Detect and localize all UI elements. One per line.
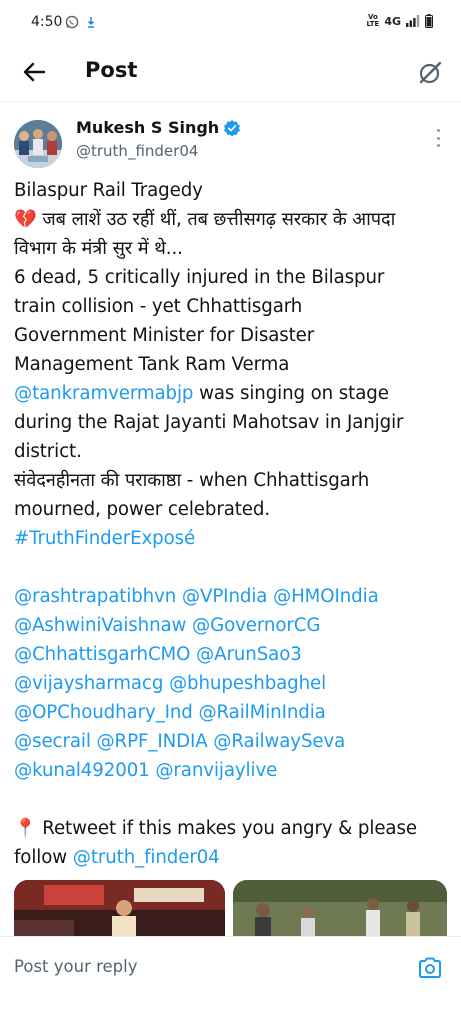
mention-link[interactable]: @RailMinIndia — [198, 702, 325, 723]
battery-icon — [425, 14, 433, 28]
mention-link[interactable]: @secrail — [14, 731, 91, 752]
mention-link[interactable]: @truth_finder04 — [73, 847, 220, 868]
text-line: follow @truth_finder04 — [14, 847, 220, 868]
mention-link[interactable]: @bhupeshbaghel — [169, 673, 326, 694]
mention-line: @OPChoudhary_Ind @RailMinIndia — [14, 698, 450, 727]
reply-input[interactable]: Post your reply — [14, 957, 138, 976]
text-line: mourned, power celebrated. — [14, 499, 270, 520]
post-text: Bilaspur Rail Tragedy 💔 जब लाशें उठ रहीं… — [14, 176, 450, 872]
broken-heart-emoji: 💔 — [14, 209, 37, 230]
avatar-image — [14, 120, 62, 168]
text-line: 6 dead, 5 critically injured in the Bila… — [14, 267, 385, 288]
text-line: district. — [14, 441, 82, 462]
status-time: 4:50 — [31, 14, 63, 30]
mention-line: @kunal492001 @ranvijaylive — [14, 756, 450, 785]
mention-line: @rashtrapatibhvn @VPIndia @HMOIndia — [14, 582, 450, 611]
mention-link[interactable]: @ChhattisgarhCMO — [14, 644, 190, 665]
mention-link[interactable]: @RPF_INDIA — [96, 731, 207, 752]
network-type: 4G — [384, 14, 401, 28]
whatsapp-icon — [65, 15, 79, 29]
mention-line: @ChhattisgarhCMO @ArunSao3 — [14, 640, 450, 669]
system-nav-area — [0, 1000, 461, 1024]
back-button[interactable] — [20, 58, 48, 86]
text-line: #TruthFinderExposé — [14, 524, 450, 553]
media-image — [233, 880, 447, 936]
post-author: Mukesh S Singh @truth_finder04 — [0, 112, 461, 172]
camera-icon — [419, 957, 441, 978]
text-line: संवेदनहीनता की पराकाष्ठा - when Chhattis… — [14, 470, 370, 491]
signal-icon — [406, 15, 420, 27]
verified-badge-icon — [224, 119, 241, 137]
more-dot-icon — [436, 129, 440, 132]
mention-link[interactable]: @ranvijaylive — [155, 760, 277, 781]
volte-indicator: Vo LTE — [366, 13, 380, 28]
mention-link[interactable]: @ArunSao3 — [196, 644, 302, 665]
download-icon — [88, 17, 94, 28]
more-options-button[interactable] — [433, 126, 443, 150]
mention-link[interactable]: @GovernorCG — [192, 615, 320, 636]
status-icons: Vo LTE 4G — [366, 14, 433, 28]
hashtag-link[interactable]: #TruthFinderExposé — [14, 528, 195, 549]
reply-bar: Post your reply — [0, 936, 461, 1000]
mention-line: @AshwiniVaishnaw @GovernorCG — [14, 611, 450, 640]
camera-button[interactable] — [415, 953, 445, 983]
author-name: Mukesh S Singh — [76, 118, 220, 137]
mention-line: @vijaysharmacg @bhupeshbaghel — [14, 669, 450, 698]
media-image — [14, 880, 225, 936]
author-name-row[interactable]: Mukesh S Singh — [76, 118, 241, 137]
mention-link[interactable]: @HMOIndia — [273, 586, 379, 607]
text-line: during the Rajat Jayanti Mahotsav in Jan… — [14, 412, 404, 433]
mentions-block: @rashtrapatibhvn @VPIndia @HMOIndia @Ashw… — [14, 582, 450, 785]
pin-emoji: 📍 — [14, 818, 37, 839]
author-handle[interactable]: @truth_finder04 — [76, 142, 198, 160]
media-thumbnail[interactable] — [233, 880, 447, 936]
grok-button[interactable] — [415, 58, 445, 88]
mention-line: @secrail @RPF_INDIA @RailwaySeva — [14, 727, 450, 756]
text-line: Government Minister for Disaster — [14, 325, 315, 346]
status-bar: 4:50 Vo LTE 4G — [0, 0, 461, 44]
mention-link[interactable]: @RailwaySeva — [213, 731, 345, 752]
mention-link[interactable]: @kunal492001 — [14, 760, 150, 781]
text-line: Management Tank Ram Verma — [14, 354, 290, 375]
mention-link[interactable]: @OPChoudhary_Ind — [14, 702, 193, 723]
text-line: @tankramvermabjp was singing on stage — [14, 383, 389, 404]
mention-link[interactable]: @rashtrapatibhvn — [14, 586, 176, 607]
top-app-bar: Post — [0, 44, 461, 102]
mention-link[interactable]: @vijaysharmacg — [14, 673, 163, 694]
grok-icon — [419, 61, 442, 84]
media-thumbnail[interactable] — [14, 880, 225, 936]
text-line: विभाग के मंत्री सुर में थे... — [14, 238, 183, 259]
mention-link[interactable]: @tankramvermabjp — [14, 383, 193, 404]
back-arrow-icon — [23, 62, 45, 82]
text-line: Bilaspur Rail Tragedy — [14, 180, 203, 201]
mention-link[interactable]: @AshwiniVaishnaw — [14, 615, 186, 636]
page-title: Post — [85, 58, 138, 82]
mention-link[interactable]: @VPIndia — [182, 586, 268, 607]
avatar[interactable] — [14, 120, 62, 168]
text-line: train collision - yet Chhattisgarh — [14, 296, 303, 317]
text-line: 💔 जब लाशें उठ रहीं थीं, तब छत्तीसगढ़ सरक… — [14, 209, 396, 230]
text-line: 📍 Retweet if this makes you angry & plea… — [14, 818, 417, 839]
